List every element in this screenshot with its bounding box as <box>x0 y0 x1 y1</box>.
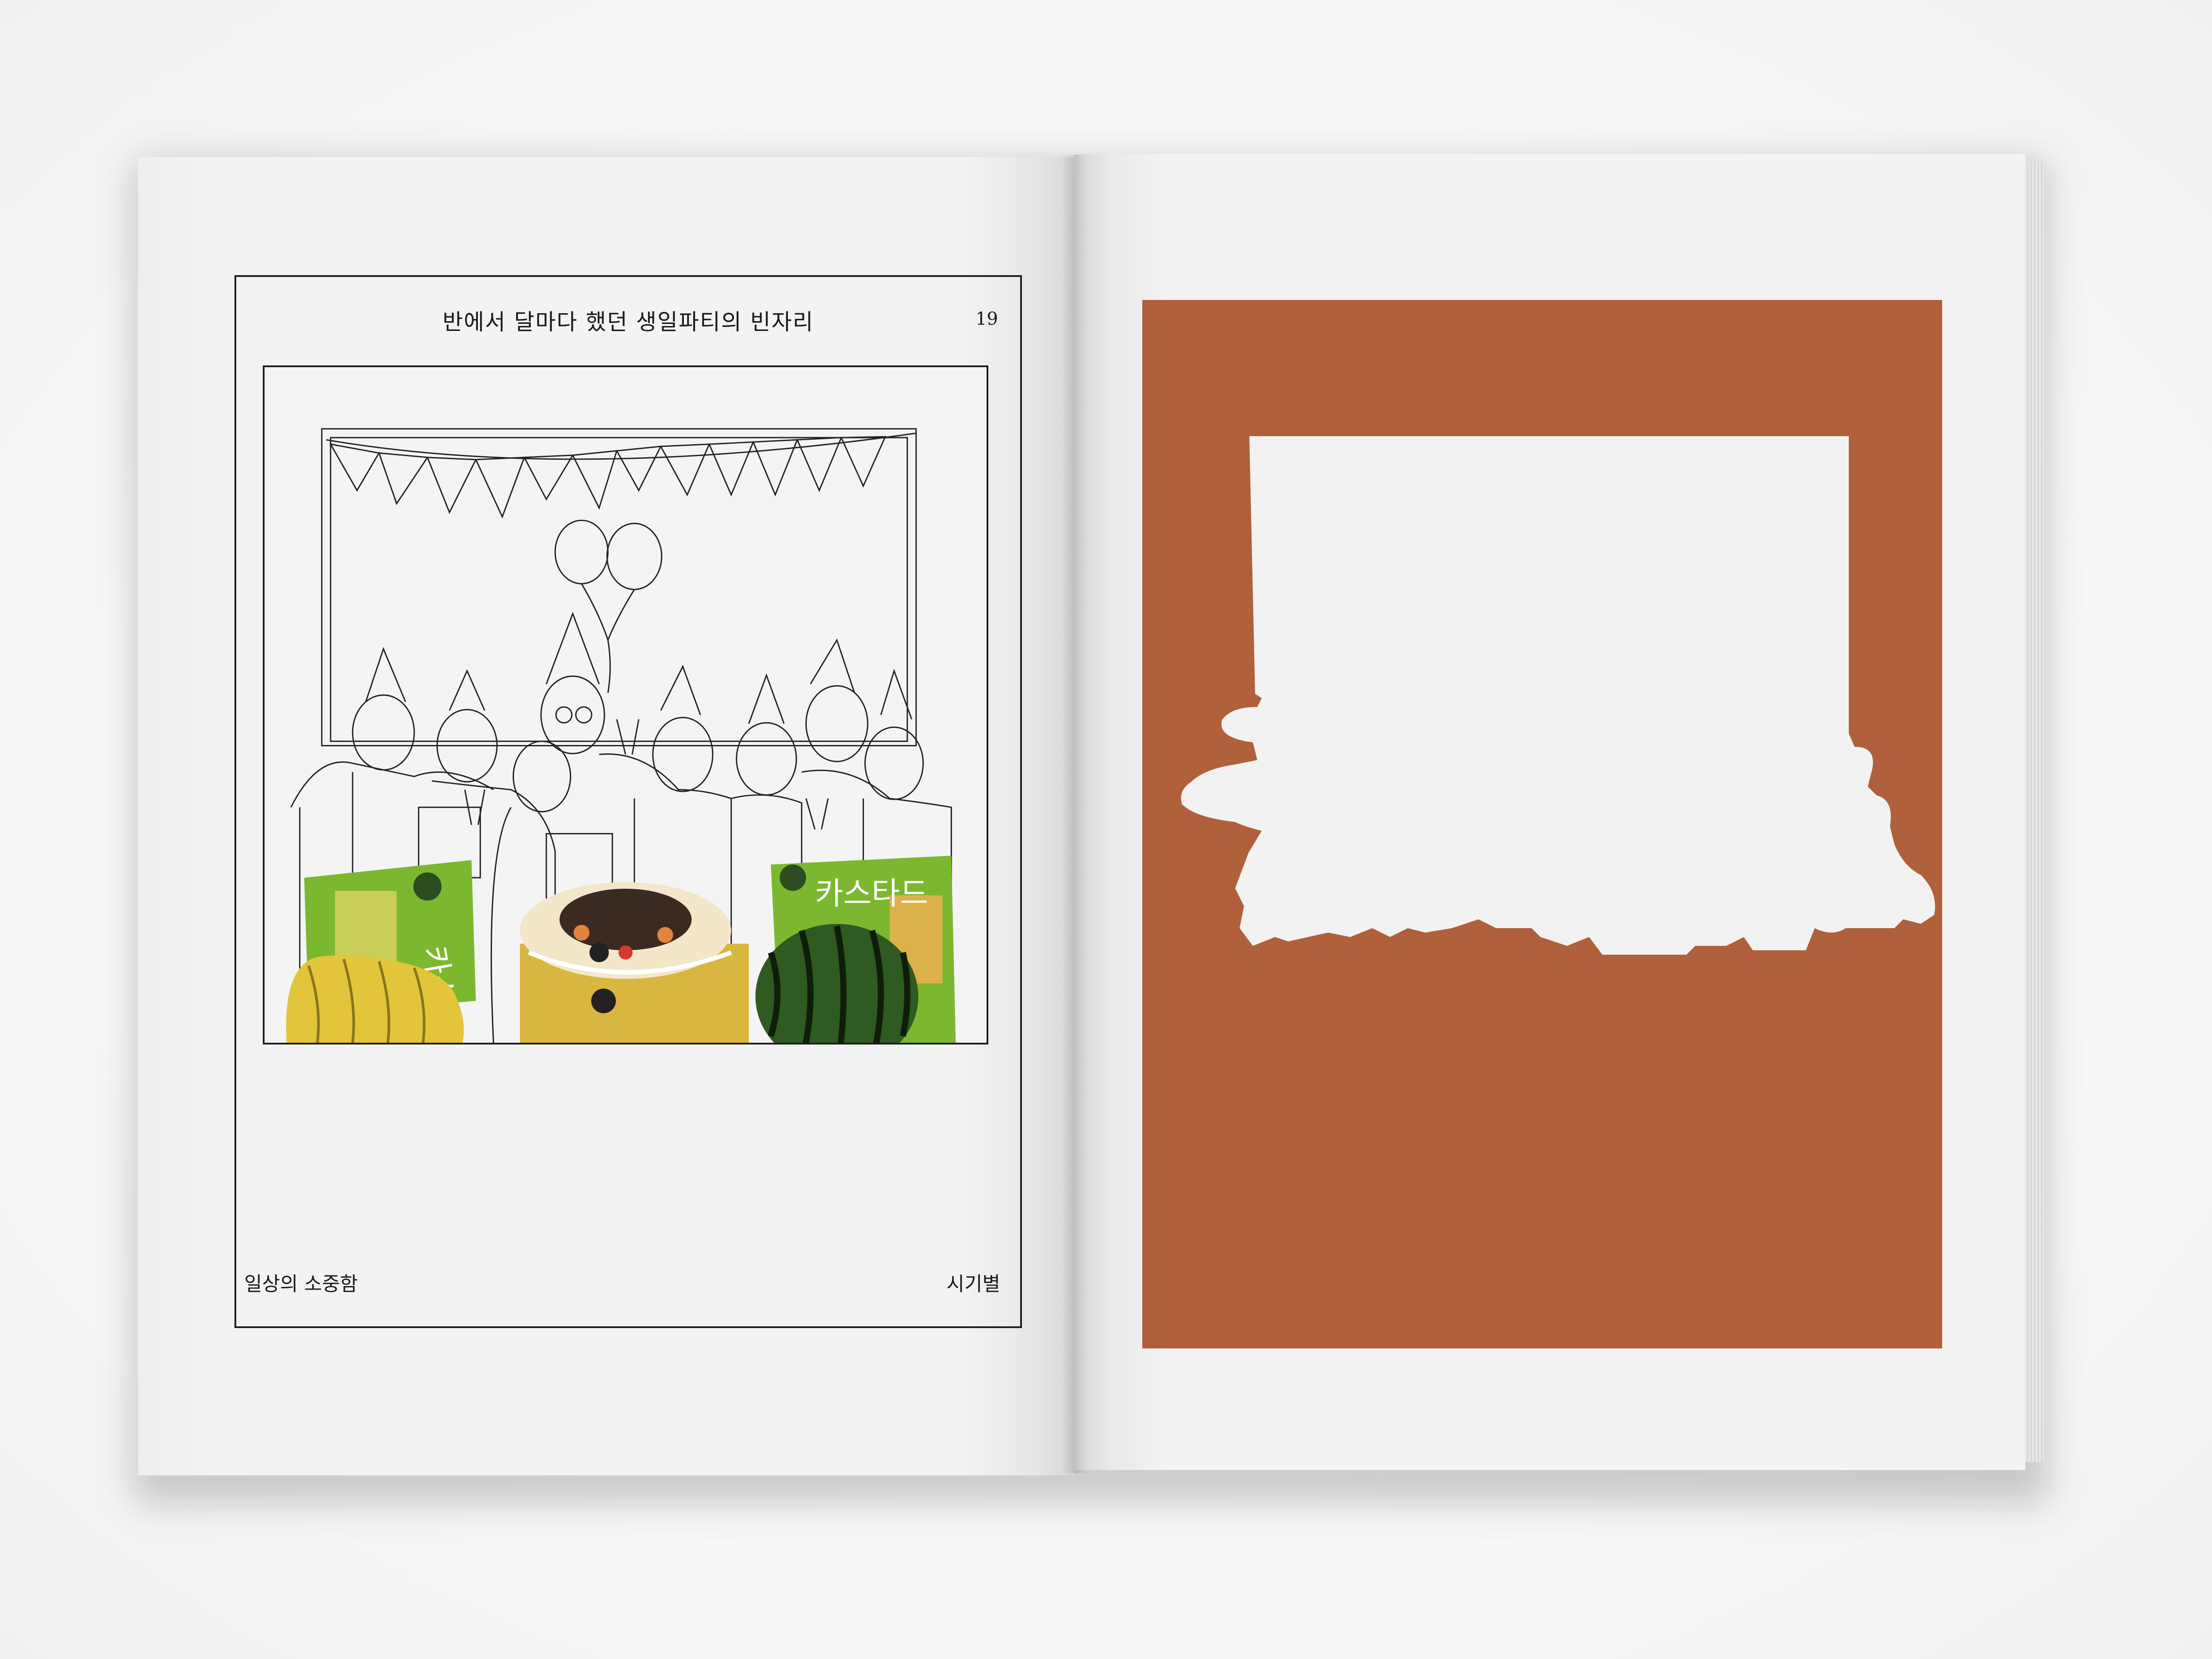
svg-text:카스타드: 카스타드 <box>815 876 928 912</box>
page-number: 19 <box>975 309 998 329</box>
page-title: 반에서 달마다 했던 생일파티의 빈자리 <box>442 309 814 335</box>
blackboard <box>321 428 917 747</box>
book-mockup-scene: 반에서 달마다 했던 생일파티의 빈자리 19 카스 카스타드 일상의 소중함 … <box>0 0 2212 1659</box>
party-illustration: 카스 카스타드 <box>263 365 988 1045</box>
party-line-drawing: 카스 카스타드 <box>286 428 956 1043</box>
cake-icon <box>520 882 749 1043</box>
silhouette-cutout <box>1181 436 1935 955</box>
footer-right-label: 시기별 <box>946 1273 1000 1295</box>
book-gutter-shadow <box>1062 155 1088 1473</box>
balloon-icon <box>554 519 663 693</box>
footer-left-label: 일상의 소중함 <box>244 1273 358 1295</box>
cutout-shape <box>1181 436 1935 955</box>
bunting-icon <box>326 432 916 519</box>
page-frame: 반에서 달마다 했던 생일파티의 빈자리 19 카스 카스타드 일상의 소중함 … <box>234 275 1022 1328</box>
orange-panel <box>1142 300 1942 1348</box>
